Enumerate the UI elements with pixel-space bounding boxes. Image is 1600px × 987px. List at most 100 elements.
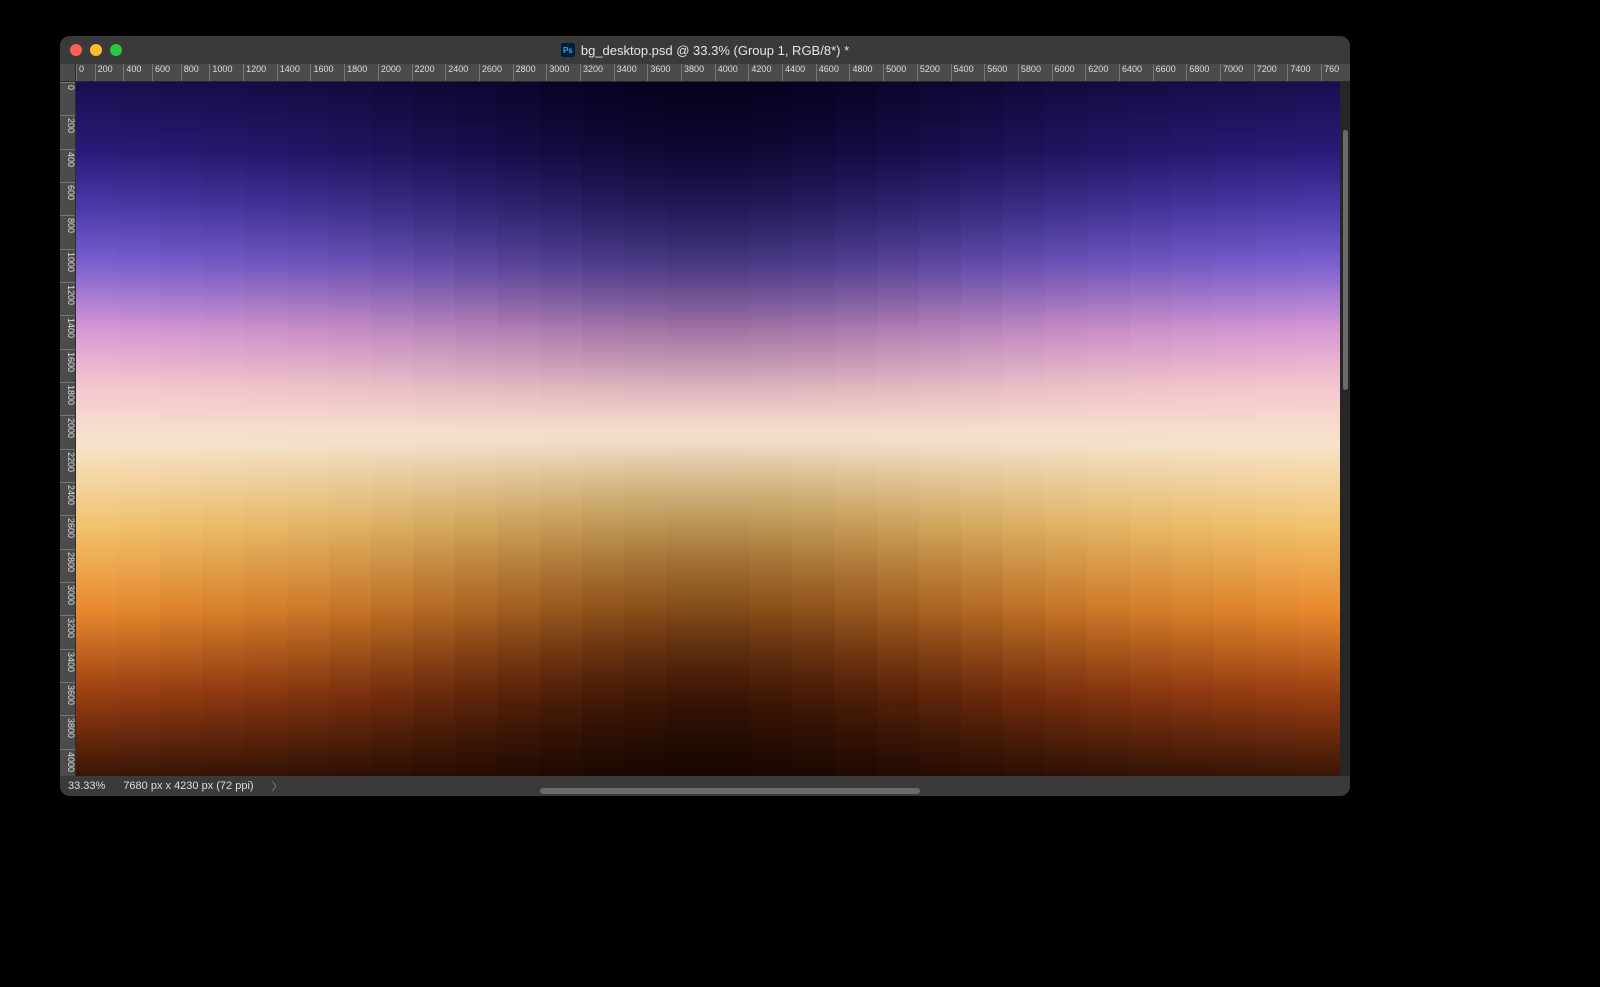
ruler-tick: 0 [76, 64, 95, 81]
ruler-horizontal[interactable]: 0200400600800100012001400160018002000220… [76, 64, 1350, 82]
ruler-tick: 1800 [60, 382, 75, 405]
gradient-stripe [750, 82, 792, 776]
ruler-tick: 800 [60, 215, 75, 233]
ruler-tick: 200 [60, 115, 75, 133]
ruler-tick: 4800 [849, 64, 883, 81]
ruler-tick: 2800 [513, 64, 547, 81]
gradient-stripe [540, 82, 582, 776]
gradient-stripe [877, 82, 919, 776]
ruler-tick: 2600 [479, 64, 513, 81]
ruler-tick: 200 [95, 64, 124, 81]
canvas-viewport[interactable] [76, 82, 1350, 776]
ruler-tick: 2000 [378, 64, 412, 81]
close-icon[interactable] [70, 44, 82, 56]
ruler-tick: 6600 [1153, 64, 1187, 81]
gradient-stripe [413, 82, 455, 776]
ruler-tick: 4000 [715, 64, 749, 81]
horizontal-scrollbar[interactable] [540, 788, 920, 794]
ruler-tick: 1400 [60, 315, 75, 338]
ruler-tick: 3000 [546, 64, 580, 81]
gradient-stripe [961, 82, 1003, 776]
ruler-tick: 5200 [917, 64, 951, 81]
ruler-tick: 6200 [1085, 64, 1119, 81]
ruler-tick: 0 [60, 82, 75, 90]
gradient-stripe [582, 82, 624, 776]
ruler-tick: 2800 [60, 549, 75, 572]
ruler-tick: 1200 [243, 64, 277, 81]
gradient-stripe [792, 82, 834, 776]
gradient-stripe [287, 82, 329, 776]
gradient-stripe [666, 82, 708, 776]
gradient-stripe [919, 82, 961, 776]
ruler-tick: 1200 [60, 282, 75, 305]
gradient-stripe [118, 82, 160, 776]
ruler-origin[interactable] [60, 64, 76, 82]
ruler-tick: 3400 [60, 649, 75, 672]
vertical-scrollbar[interactable] [1343, 130, 1348, 390]
ruler-tick: 3600 [60, 682, 75, 705]
gradient-stripe [1045, 82, 1087, 776]
chevron-right-icon[interactable]: 〉 [272, 778, 283, 794]
ruler-tick: 1000 [60, 249, 75, 272]
ruler-tick: 3200 [580, 64, 614, 81]
ruler-tick: 2200 [60, 449, 75, 472]
ruler-tick: 1600 [60, 349, 75, 372]
ruler-tick: 400 [123, 64, 152, 81]
ruler-tick: 4000 [60, 749, 75, 772]
ruler-tick: 6000 [1052, 64, 1086, 81]
ruler-tick: 2200 [412, 64, 446, 81]
app-window: Ps bg_desktop.psd @ 33.3% (Group 1, RGB/… [60, 36, 1350, 796]
ruler-tick: 5400 [951, 64, 985, 81]
gradient-stripe [1298, 82, 1340, 776]
ruler-vertical[interactable]: 0200400600800100012001400160018002000220… [60, 82, 76, 776]
gradient-stripe [329, 82, 371, 776]
status-bar: 33.33% 7680 px x 4230 px (72 ppi) 〉 [60, 776, 1350, 796]
zoom-icon[interactable] [110, 44, 122, 56]
ruler-tick: 3800 [60, 715, 75, 738]
gradient-stripe [624, 82, 666, 776]
gradient-stripe [160, 82, 202, 776]
ruler-tick: 600 [60, 182, 75, 200]
gradient-stripe [371, 82, 413, 776]
ruler-tick: 1400 [277, 64, 311, 81]
ruler-tick: 5600 [984, 64, 1018, 81]
ruler-tick: 2600 [60, 515, 75, 538]
ruler-tick: 2400 [60, 482, 75, 505]
ruler-tick: 760 [1321, 64, 1350, 81]
gradient-stripe [835, 82, 877, 776]
gradient-stripe [1087, 82, 1129, 776]
document-title: Ps bg_desktop.psd @ 33.3% (Group 1, RGB/… [60, 43, 1350, 58]
gradient-stripe [1172, 82, 1214, 776]
ruler-tick: 5000 [883, 64, 917, 81]
gradient-stripe [1256, 82, 1298, 776]
ruler-tick: 3000 [60, 582, 75, 605]
ruler-tick: 1000 [209, 64, 243, 81]
ruler-tick: 7400 [1287, 64, 1321, 81]
ruler-tick: 3400 [614, 64, 648, 81]
ruler-tick: 2400 [445, 64, 479, 81]
titlebar: Ps bg_desktop.psd @ 33.3% (Group 1, RGB/… [60, 36, 1350, 64]
ruler-tick: 5800 [1018, 64, 1052, 81]
ruler-tick: 2000 [60, 415, 75, 438]
minimize-icon[interactable] [90, 44, 102, 56]
zoom-level[interactable]: 33.33% [68, 780, 105, 792]
ruler-tick: 1600 [310, 64, 344, 81]
ruler-tick: 800 [181, 64, 210, 81]
ruler-tick: 3200 [60, 615, 75, 638]
ruler-tick: 3800 [681, 64, 715, 81]
gradient-stripe [245, 82, 287, 776]
gradient-stripe [1130, 82, 1172, 776]
gradient-stripe [455, 82, 497, 776]
gradient-stripe [202, 82, 244, 776]
ruler-tick: 6400 [1119, 64, 1153, 81]
ruler-tick: 600 [152, 64, 181, 81]
ruler-tick: 7200 [1254, 64, 1288, 81]
ruler-tick: 4600 [816, 64, 850, 81]
gradient-stripe [497, 82, 539, 776]
gradient-stripe [76, 82, 118, 776]
canvas[interactable] [76, 82, 1340, 776]
gradient-stripe [1003, 82, 1045, 776]
ruler-tick: 4400 [782, 64, 816, 81]
document-dimensions[interactable]: 7680 px x 4230 px (72 ppi) [123, 780, 253, 792]
window-controls [70, 44, 122, 56]
